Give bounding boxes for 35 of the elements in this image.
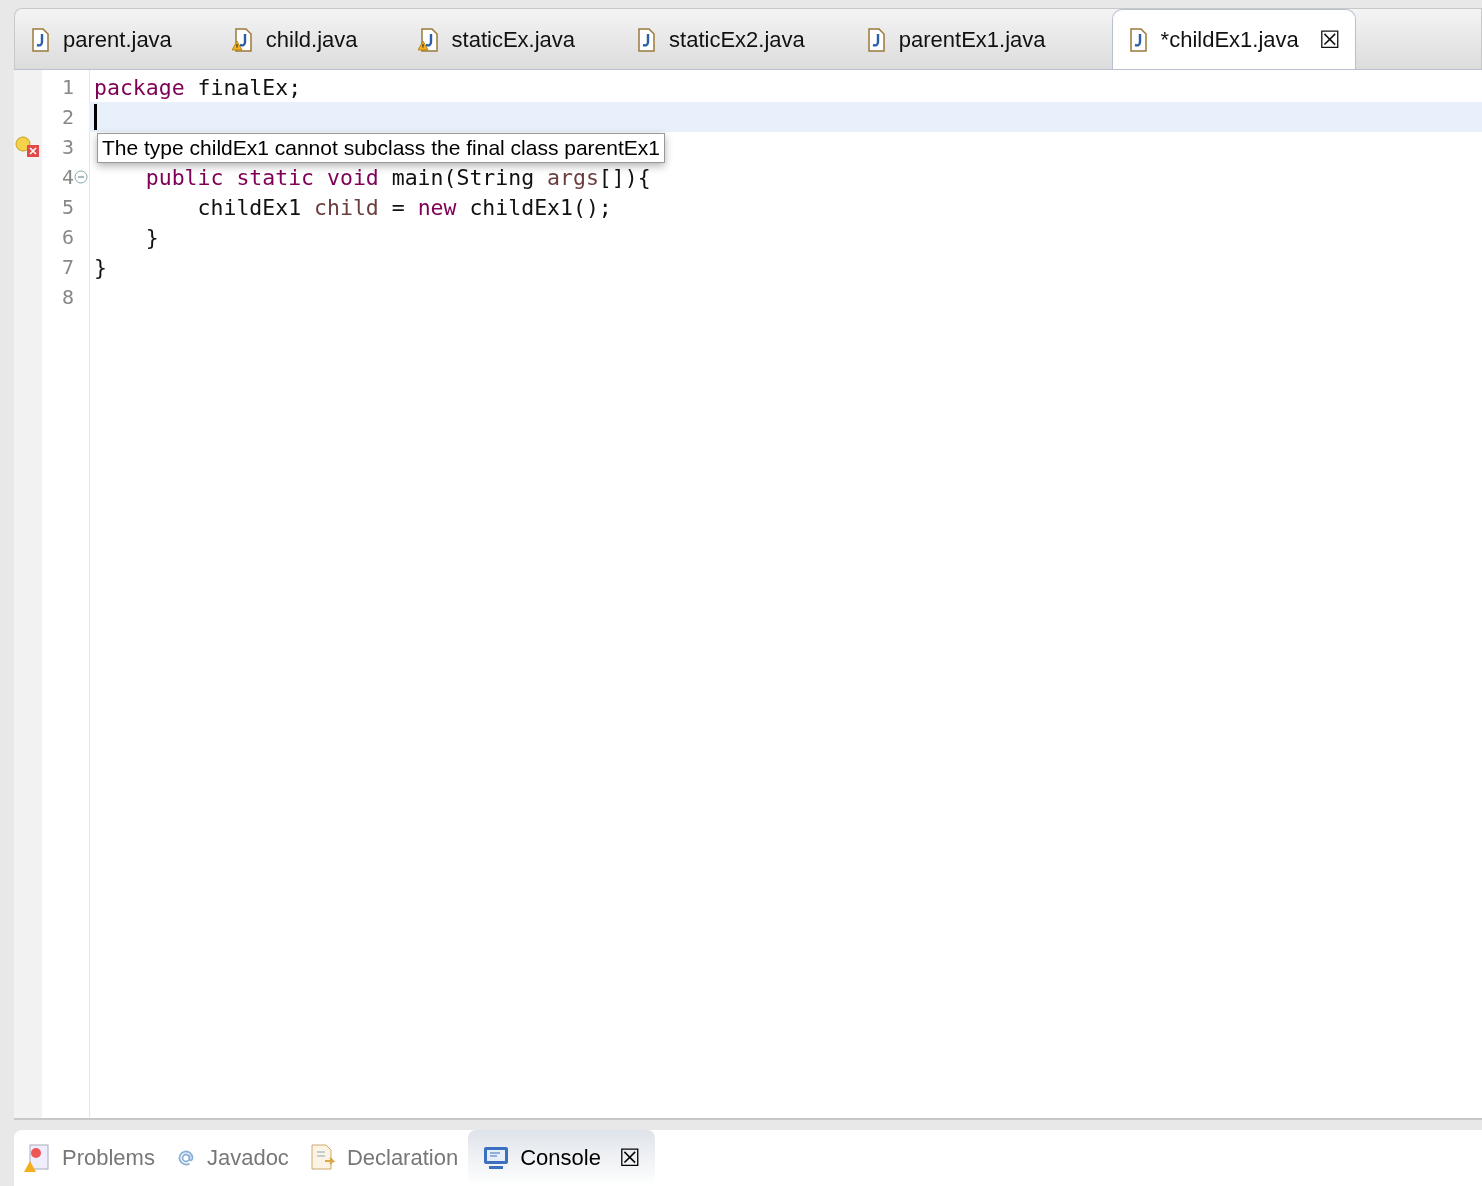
text-caret [94, 104, 97, 130]
editor-tab[interactable]: *childEx1.java ☒ [1111, 9, 1356, 69]
line-number: 4 [60, 165, 74, 189]
view-tab[interactable]: Javadoc [164, 1130, 299, 1186]
editor-tab[interactable]: staticEx.java [403, 11, 590, 69]
java-file-warning-icon [231, 28, 254, 52]
editor-tab[interactable]: parent.java [15, 11, 186, 69]
line-number: 3 [60, 135, 74, 159]
editor-tab[interactable]: parentEx1.java [850, 11, 1060, 69]
java-file-icon [29, 28, 51, 52]
close-icon[interactable]: ☒ [618, 1144, 641, 1172]
editor-tab[interactable]: staticEx2.java [621, 11, 819, 69]
code-line: public static void main(String args[]){ [144, 164, 651, 190]
problems-icon [24, 1143, 52, 1173]
code-line: package finalEx; [94, 74, 302, 100]
declaration-icon [308, 1143, 337, 1173]
code-line: } [144, 224, 159, 250]
java-file-icon [635, 28, 658, 52]
line-number: 2 [60, 105, 74, 129]
code-line: childEx1 child = new childEx1(); [196, 194, 612, 220]
line-number: 1 [60, 75, 74, 99]
line-number: 8 [60, 285, 74, 309]
monitor-icon [482, 1144, 511, 1172]
line-number: 7 [60, 255, 74, 279]
code-line: } [94, 254, 107, 280]
close-icon[interactable]: ☒ [1318, 25, 1341, 54]
collapse-icon[interactable] [74, 170, 88, 184]
code-editor[interactable]: 1 package finalEx; 2 3 4 public static void main(String args[]){ 5 childEx1 child = new childEx1(); 6 } 7 } 8 The type childEx1 cannot subclass the final class parentEx1 [14, 69, 1482, 1120]
editor-tab[interactable]: child.java [217, 11, 372, 69]
line-number: 5 [60, 195, 74, 219]
error-tooltip: The type childEx1 cannot subclass the final class parentEx1 [97, 133, 665, 163]
view-tab[interactable]: Problems [14, 1130, 165, 1186]
java-file-warning-icon [417, 28, 440, 52]
line-number: 6 [60, 225, 74, 249]
view-tab[interactable]: Declaration [298, 1130, 469, 1186]
